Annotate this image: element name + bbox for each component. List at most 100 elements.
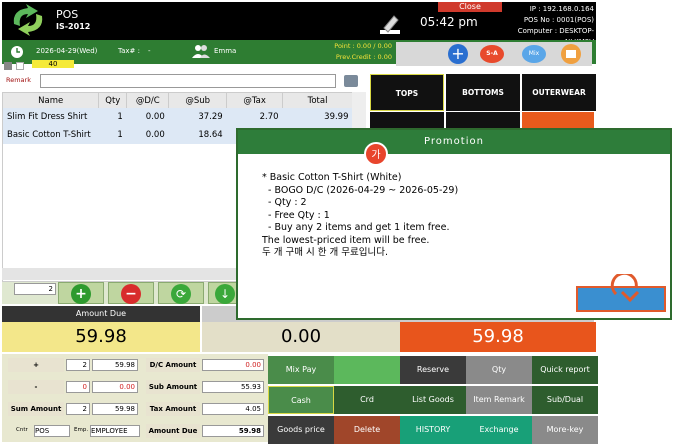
amount-due-value: 59.98 bbox=[2, 322, 200, 352]
dc-amount[interactable]: 0.00 bbox=[202, 359, 264, 371]
exchange-button[interactable]: Exchange bbox=[466, 416, 532, 444]
category-slot[interactable] bbox=[446, 112, 520, 128]
table-row[interactable]: Slim Fit Dress Shirt 1 0.00 37.29 2.70 3… bbox=[3, 108, 353, 126]
plus-qty[interactable]: 2 bbox=[66, 359, 90, 371]
refresh-button[interactable]: ⟳ bbox=[158, 282, 204, 304]
return-arrow-icon bbox=[610, 274, 640, 303]
tax-amount[interactable]: 4.05 bbox=[202, 403, 264, 415]
add-item-button[interactable]: + bbox=[58, 282, 104, 304]
app-name: POS bbox=[56, 8, 79, 21]
goods-price-button[interactable]: Goods price bbox=[268, 416, 334, 444]
dialog-confirm-button[interactable] bbox=[576, 274, 666, 312]
counter-display: 40 bbox=[32, 60, 74, 68]
dialog-title: Promotion bbox=[238, 130, 670, 154]
promotion-details: * Basic Cotton T-Shirt (White) - BOGO D/… bbox=[262, 172, 458, 260]
quick-report-button[interactable]: Quick report bbox=[532, 356, 598, 384]
tax-amount-label: Tax Amount bbox=[146, 402, 200, 416]
sum-qty[interactable]: 2 bbox=[66, 403, 90, 415]
mix-button[interactable]: Mix bbox=[522, 45, 546, 63]
qty-input[interactable]: 2 bbox=[14, 283, 56, 295]
category-tops[interactable]: TOPS bbox=[370, 74, 444, 111]
dc-amount-label: D/C Amount bbox=[146, 358, 200, 372]
table-header: Name Qty @D/C @Sub @Tax Total bbox=[3, 93, 353, 108]
promotion-dialog: Promotion 가 * Basic Cotton T-Shirt (Whit… bbox=[236, 128, 672, 320]
pos-logo-icon bbox=[13, 4, 43, 36]
dialog-badge-icon: 가 bbox=[364, 142, 388, 166]
amount-due-small[interactable]: 59.98 bbox=[202, 425, 264, 437]
more-key-button[interactable]: More-key bbox=[532, 416, 598, 444]
add-icon[interactable]: + bbox=[448, 44, 468, 64]
remove-item-button[interactable]: − bbox=[108, 282, 154, 304]
col-sub: @Sub bbox=[168, 93, 228, 108]
minus-amount[interactable]: 0.00 bbox=[92, 381, 138, 393]
date-display: 2026-04-29(Wed) bbox=[36, 47, 98, 55]
category-panel: TOPS BOTTOMS OUTERWEAR bbox=[368, 72, 596, 128]
clock-time: 05:42 pm bbox=[420, 15, 478, 29]
col-total: Total bbox=[282, 93, 353, 108]
amount-due-small-label: Amount Due bbox=[146, 424, 200, 438]
promo-period: - BOGO D/C (2026-04-29 ~ 2026-05-29) bbox=[262, 184, 459, 196]
tax-number-value: - bbox=[148, 47, 151, 55]
category-slot[interactable] bbox=[522, 112, 594, 128]
plus-label: + bbox=[8, 358, 64, 372]
promo-item: * Basic Cotton T-Shirt (White) bbox=[262, 172, 402, 183]
employee-field[interactable]: EMPLOYEE bbox=[90, 425, 140, 437]
promo-qty: - Qty : 2 bbox=[262, 197, 307, 208]
amount-due-label: Amount Due bbox=[2, 306, 200, 322]
point-info: Point : 0.00 / 0.00 bbox=[334, 42, 392, 50]
sub-dual-button[interactable]: Sub/Dual bbox=[532, 386, 598, 414]
close-button[interactable]: Close bbox=[438, 2, 502, 12]
remark-row: Remark bbox=[2, 72, 366, 92]
sa-button[interactable]: S-A bbox=[480, 45, 504, 63]
mode-toggle[interactable] bbox=[16, 62, 24, 70]
item-remark-button[interactable]: Item Remark bbox=[466, 386, 532, 414]
promo-free-qty: - Free Qty : 1 bbox=[262, 209, 330, 221]
credit-button[interactable]: Crd bbox=[334, 386, 400, 414]
sub-amount[interactable]: 55.93 bbox=[202, 381, 264, 393]
sum-amount-label: Sum Amount bbox=[8, 402, 64, 416]
arrow-down-icon: ↓ bbox=[215, 284, 235, 304]
category-bottoms[interactable]: BOTTOMS bbox=[446, 74, 520, 111]
totals-panel: + 2 59.98 - 0 0.00 Sum Amount 2 59.98 Cn… bbox=[2, 354, 268, 442]
blank-button[interactable] bbox=[334, 356, 400, 384]
qty-button[interactable]: Qty bbox=[466, 356, 532, 384]
col-tax: @Tax bbox=[226, 93, 284, 108]
app-version: IS-2012 bbox=[56, 22, 91, 31]
change-value: 59.98 bbox=[400, 322, 596, 352]
cart-icon[interactable] bbox=[558, 43, 584, 65]
promo-rule: - Buy any 2 items and get 1 item free. bbox=[262, 222, 450, 233]
minus-icon: − bbox=[121, 284, 141, 304]
cash-button[interactable]: Cash bbox=[268, 386, 334, 414]
employee-label: Emp. bbox=[74, 427, 89, 433]
minus-qty[interactable]: 0 bbox=[66, 381, 90, 393]
minus-label: - bbox=[8, 380, 64, 394]
clock-icon bbox=[11, 46, 23, 58]
remark-label: Remark bbox=[6, 76, 31, 84]
calculator-icon[interactable] bbox=[344, 75, 358, 87]
gear-icon[interactable] bbox=[4, 62, 12, 70]
delete-button[interactable]: Delete bbox=[334, 416, 400, 444]
history-button[interactable]: HISTORY bbox=[400, 416, 466, 444]
sum-amount[interactable]: 59.98 bbox=[92, 403, 138, 415]
counter-field[interactable]: POS bbox=[34, 425, 70, 437]
category-slot[interactable] bbox=[370, 112, 444, 128]
remark-input[interactable] bbox=[40, 74, 336, 88]
mix-pay-button[interactable]: Mix Pay bbox=[268, 356, 334, 384]
col-name: Name bbox=[3, 93, 100, 108]
users-icon bbox=[192, 45, 210, 58]
promo-note-korean: 두 개 구매 시 한 개 무료입니다. bbox=[262, 247, 389, 258]
col-qty: Qty bbox=[98, 93, 128, 108]
reserve-button[interactable]: Reserve bbox=[400, 356, 466, 384]
paid-value: 0.00 bbox=[202, 322, 400, 352]
ip-address: IP : 192.168.0.164 bbox=[529, 5, 594, 13]
prev-credit: Prev.Credit : 0.00 bbox=[335, 53, 392, 61]
plus-amount[interactable]: 59.98 bbox=[92, 359, 138, 371]
category-outerwear[interactable]: OUTERWEAR bbox=[522, 74, 596, 111]
pos-number: POS No : 0001(POS) bbox=[523, 16, 594, 24]
col-dc: @D/C bbox=[126, 93, 170, 108]
counter-label: Cntr bbox=[16, 427, 28, 433]
sub-amount-label: Sub Amount bbox=[146, 380, 200, 394]
pen-icon[interactable] bbox=[378, 12, 402, 36]
promo-note: The lowest-priced item will be free. bbox=[262, 234, 430, 246]
list-goods-button[interactable]: List Goods bbox=[400, 386, 466, 414]
